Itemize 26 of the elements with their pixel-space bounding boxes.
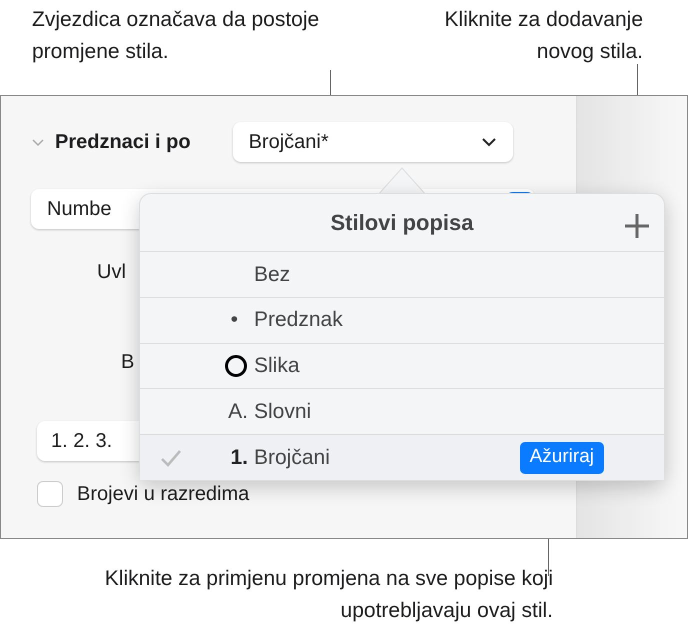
list-style-item[interactable]: • Predznak	[140, 298, 664, 344]
list-style-label: Bez	[254, 262, 292, 288]
checkmark-icon	[160, 448, 182, 468]
callout-text: Kliknite za primjenu promjena na sve popise koji upotrebljavaju ovaj stil.	[104, 566, 553, 624]
list-style-label: Slovni	[254, 399, 312, 426]
list-marker: •	[230, 307, 239, 334]
list-style-label: Predznak	[254, 307, 344, 334]
list-style-item[interactable]: Bez	[140, 252, 664, 298]
section-title: Predznaci i po	[55, 130, 191, 155]
list-style-item[interactable]: Slika	[140, 344, 664, 390]
style-popup-button[interactable]: Brojčani*	[232, 122, 513, 162]
indent-label: Uvl	[97, 260, 126, 285]
checkbox-label: Brojevi u razredima	[77, 482, 250, 507]
list-style-item[interactable]: 1. Brojčani Ažuriraj	[140, 435, 664, 480]
popover-title: Stilovi popisa	[330, 209, 474, 237]
chevron-icon[interactable]	[31, 137, 45, 147]
field-label: B	[121, 350, 134, 375]
list-style-label: Slika	[254, 353, 301, 380]
list-style-label: Brojčani	[254, 444, 331, 471]
checkbox[interactable]	[37, 481, 63, 507]
callout-text: Kliknite za dodavanje novog stila.	[444, 7, 643, 65]
callout-text: Zvjezdica označava da postoje promjene stila.	[32, 7, 320, 65]
circle-icon	[224, 354, 248, 378]
update-button[interactable]: Ažuriraj	[520, 442, 604, 474]
add-icon[interactable]	[624, 213, 650, 239]
chevron-down-icon	[480, 137, 497, 147]
